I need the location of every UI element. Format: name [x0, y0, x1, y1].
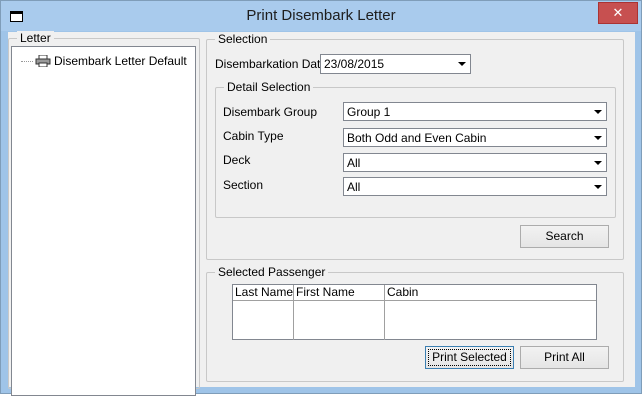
tree-item-label: Disembark Letter Default	[54, 54, 187, 68]
search-button[interactable]: Search	[520, 225, 609, 248]
chevron-down-icon[interactable]	[589, 179, 605, 194]
title-bar[interactable]: Print Disembark Letter ✕	[1, 1, 641, 31]
disembark-group-value: Group 1	[347, 105, 391, 119]
search-button-label: Search	[545, 229, 584, 243]
disembarkation-date-picker[interactable]: 23/08/2015	[320, 54, 471, 74]
deck-label: Deck	[223, 153, 251, 167]
disembark-group-select[interactable]: Group 1	[343, 102, 607, 121]
section-value: All	[347, 180, 361, 194]
detail-selection-legend: Detail Selection	[224, 80, 314, 94]
column-header-label: First Name	[296, 285, 355, 299]
column-header-label: Cabin	[387, 285, 419, 299]
cabin-type-label: Cabin Type	[223, 129, 284, 143]
print-selected-button[interactable]: Print Selected	[425, 346, 514, 369]
chevron-down-icon[interactable]	[589, 155, 605, 170]
client-area: Letter Disembark Letter Default Selectio…	[8, 31, 635, 396]
window-title: Print Disembark Letter	[246, 7, 396, 24]
selected-passenger-legend: Selected Passenger	[215, 265, 329, 279]
column-header-label: Last Name	[235, 285, 294, 299]
print-all-button-label: Print All	[544, 350, 585, 364]
printer-icon	[35, 55, 51, 67]
column-first-name[interactable]: First Name	[294, 285, 385, 340]
column-last-name[interactable]: Last Name	[233, 285, 294, 340]
chevron-down-icon[interactable]	[589, 130, 605, 145]
passenger-grid[interactable]: Last Name First Name Cabin	[232, 284, 597, 340]
column-cabin[interactable]: Cabin	[385, 285, 596, 340]
section-label: Section	[223, 178, 264, 192]
print-disembark-letter-window: Print Disembark Letter ✕ Letter Disembar…	[0, 0, 642, 396]
cabin-type-select[interactable]: Both Odd and Even Cabin	[343, 128, 607, 147]
close-button[interactable]: ✕	[598, 2, 638, 24]
print-all-button[interactable]: Print All	[520, 346, 609, 369]
section-select[interactable]: All	[343, 177, 607, 196]
disembark-group-label: Disembark Group	[223, 105, 318, 119]
selection-legend: Selection	[215, 32, 271, 46]
deck-select[interactable]: All	[343, 153, 607, 172]
disembarkation-date-label: Disembarkation Date	[215, 57, 328, 71]
chevron-down-icon[interactable]	[453, 56, 469, 71]
close-icon: ✕	[612, 5, 624, 20]
print-selected-button-label: Print Selected	[432, 350, 507, 364]
letter-tree[interactable]: Disembark Letter Default	[11, 46, 196, 396]
chevron-down-icon[interactable]	[589, 104, 605, 119]
letter-legend: Letter	[17, 31, 54, 45]
tree-connector	[21, 61, 33, 62]
deck-value: All	[347, 156, 361, 170]
disembarkation-date-value: 23/08/2015	[324, 57, 385, 71]
cabin-type-value: Both Odd and Even Cabin	[347, 131, 487, 145]
letter-groupbox: Letter Disembark Letter Default	[8, 31, 200, 396]
